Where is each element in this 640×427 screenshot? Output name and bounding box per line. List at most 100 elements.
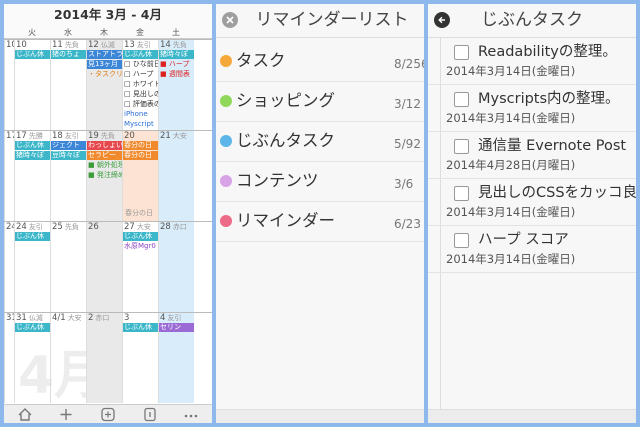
calendar-event[interactable]: ストアトラ [87,50,122,59]
calendar-side-cell: 31 [4,313,14,403]
calendar-event[interactable]: 春分の日 [123,141,158,150]
calendar-event[interactable]: じぶん休 [15,232,50,241]
calendar-day-cell[interactable]: 25 先負 [50,222,86,312]
add-icon[interactable] [55,406,77,422]
calendar-day-cell[interactable]: 18 友引 ジェクト 豆時々ぽ [50,131,86,221]
reminder-list-item[interactable]: コンテンツ 3/6 [216,162,424,202]
calendar-event[interactable]: じぶん休 [15,141,50,150]
calendar-week: 1010じぶん休11先負猪のちょ12仏滅ストアトラ見13ヶ月・タスクリ13友引じ… [4,39,212,130]
task-title: Readabilityの整理。 [478,44,617,60]
calendar-event[interactable]: 見13ヶ月 [87,60,122,69]
calendar-day-cell[interactable]: 31 仏滅 じぶん休 [14,313,50,403]
calendar-event[interactable]: □ ひな前日 [123,60,158,69]
calendar-day-cell[interactable]: 28 赤口 [158,222,194,312]
task-item[interactable]: Myscripts内の整理。 2014年3月14日(金曜日) [428,85,636,132]
list-name: タスク [236,51,286,70]
calendar-event[interactable]: 猪時々ぽ [15,151,50,160]
calendar-event[interactable]: 水原Mgr0 [123,242,158,251]
task-checkbox[interactable] [454,186,469,201]
calendar-event[interactable]: ・タスクリ [87,70,122,79]
calendar-event[interactable]: ジェクト [51,141,86,150]
task-checkbox[interactable] [454,92,469,107]
calendar-day-cell[interactable]: 13 友引 じぶん休 □ ひな前日 □ ハープ □ ホワイト □ 見出しの □ 評価表の iPh… [122,40,158,130]
more-icon[interactable] [180,406,202,422]
calendar-day-cell[interactable]: 10 じぶん休 [14,40,50,130]
calendar-day-cell[interactable]: 14 先負 猪時々ぽ ■ ハープ ■ 週間表 [158,40,194,130]
calendar-event[interactable]: 猪時々ぽ [159,50,194,59]
calendar-event[interactable]: Myscript [123,120,158,129]
calendar-day-cell[interactable]: 3 じぶん休 [122,313,158,403]
calendar-event[interactable]: 春分の日 [123,151,158,160]
calendar-event[interactable]: □ 評価表の [123,100,158,109]
calendar-day-cell[interactable]: 11 先負 猪のちょ [50,40,86,130]
calendar-event[interactable]: iPhone [123,110,158,119]
calendar-event[interactable]: □ ハープ [123,70,158,79]
reminder-list-header: リマインダーリスト [216,4,424,38]
calendar-event[interactable]: 猪のちょ [51,50,86,59]
calendar-event[interactable]: ■ 朝外処理 [87,161,122,170]
day-number-value: 11 [52,40,63,50]
calendar-event[interactable]: □ 見出しの [123,90,158,99]
calendar-event[interactable]: じぶん休 [15,323,50,332]
list-name: コンテンツ [236,171,319,190]
calendar-event[interactable]: セリン [159,323,194,332]
task-item[interactable]: ハープ スコア 2014年3月14日(金曜日) [428,226,636,273]
day-number-value: 2 [88,313,94,323]
close-icon[interactable] [222,12,238,28]
add-reminder-icon[interactable] [97,406,119,422]
calendar-event[interactable]: □ ホワイト [123,80,158,89]
calendar-title[interactable]: 2014年 3月 - 4月 [4,4,212,26]
task-item[interactable]: Readabilityの整理。 2014年3月14日(金曜日) [428,38,636,85]
calendar-day-cell[interactable]: 2 赤口 [86,313,122,403]
day-number: 18 友引 [51,131,86,141]
reminder-list-item[interactable]: タスク 8/256 [216,42,424,82]
list-name: リマインダー [236,211,335,230]
day-number: 24 友引 [15,222,50,232]
calendar-day-cell[interactable]: 27 大安 じぶん休 水原Mgr0 [122,222,158,312]
calendar-day-cell[interactable]: 26 [86,222,122,312]
day-number: 10 [15,40,50,50]
rokuyo-label: 友引 [64,132,79,140]
calendar-day-cell[interactable]: 17 先勝 じぶん休 猪時々ぽ [14,131,50,221]
calendar-event[interactable]: セラピー [87,151,122,160]
rokuyo-label: 友引 [167,314,182,322]
day-number-value: 4 [160,313,166,323]
day-number: 10 [6,40,14,50]
task-checkbox[interactable] [454,139,469,154]
weekday-label: 土 [172,28,180,37]
task-item[interactable]: 通信量 Evernote Post 2014年4月28日(月曜日) [428,132,636,179]
calendar-day-cell[interactable]: 21 大安 [158,131,194,221]
rokuyo-label: 先負 [100,132,115,140]
calendar-day-cell[interactable]: 4 友引 セリン [158,313,194,403]
task-title: 通信量 Evernote Post [478,138,627,154]
calendar-day-icon[interactable] [139,406,161,422]
reminder-list-item[interactable]: リマインダー 6/23 [216,202,424,242]
day-number-value: 17 [16,131,27,141]
calendar-day-cell[interactable]: 12 仏滅 ストアトラ 見13ヶ月 ・タスクリ [86,40,122,130]
calendar-day-cell[interactable]: 20 春分の日 春分の日 春分の日 [122,131,158,221]
task-list: Readabilityの整理。 2014年3月14日(金曜日) Myscripts内… [428,38,636,273]
reminder-list-item[interactable]: ショッピング 3/12 [216,82,424,122]
calendar-event[interactable]: じぶん休 [123,323,158,332]
calendar-event[interactable]: 豆時々ぽ [51,151,86,160]
day-number: 12 仏滅 [87,40,122,50]
calendar-event[interactable]: じぶん休 [123,50,158,59]
rokuyo-label: 仏滅 [100,41,115,49]
calendar-event[interactable]: ■ 週間表 [159,70,194,79]
task-list-title: じぶんタスク [481,10,583,30]
reminder-list-item[interactable]: じぶんタスク 5/92 [216,122,424,162]
calendar-day-cell[interactable]: 4/1 大安 [50,313,86,403]
calendar-event[interactable]: じぶん休 [15,50,50,59]
calendar-event[interactable]: ■ 発注締め [87,171,122,180]
home-icon[interactable] [14,406,36,422]
calendar-event[interactable]: じぶん休 [123,232,158,241]
calendar-event[interactable]: ■ ハープ [159,60,194,69]
task-item[interactable]: 見出しのCSSをカッコ良 2014年3月14日(金曜日) [428,179,636,226]
task-checkbox[interactable] [454,233,469,248]
day-number-value: 10 [16,40,27,50]
day-number: 26 [87,222,122,232]
calendar-day-cell[interactable]: 24 友引 じぶん休 [14,222,50,312]
calendar-day-cell[interactable]: 19 先負 わっしょい セラピー ■ 朝外処理 ■ 発注締め [86,131,122,221]
task-checkbox[interactable] [454,45,469,60]
calendar-event[interactable]: わっしょい [87,141,122,150]
